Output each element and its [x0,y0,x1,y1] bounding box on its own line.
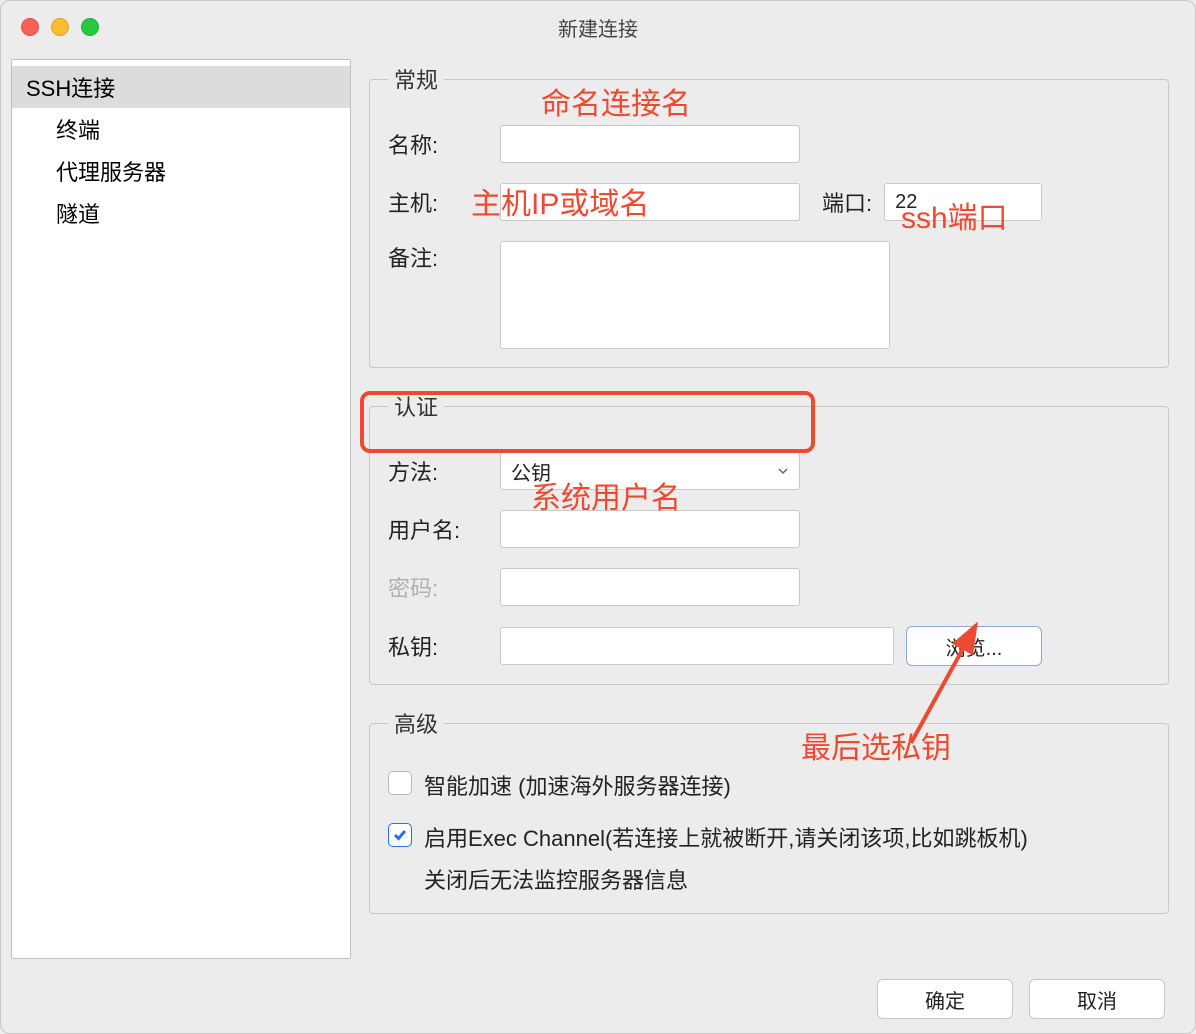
smart-accel-label: 智能加速 (加速海外服务器连接) [424,769,731,801]
advanced-legend: 高级 [388,707,444,739]
method-label: 方法: [388,455,488,487]
name-input[interactable] [500,125,800,163]
username-label: 用户名: [388,513,488,545]
host-label: 主机: [388,186,488,218]
footer: 确定 取消 [1,965,1195,1033]
browse-button[interactable]: 浏览... [906,626,1042,666]
auth-legend: 认证 [388,390,444,422]
sidebar-item-label: 隧道 [56,202,100,227]
close-icon[interactable] [21,18,39,36]
general-group: 常规 名称: 主机: 端口: 备注: [369,63,1169,368]
main-panel: 常规 名称: 主机: 端口: 备注: 认证 [351,53,1195,965]
titlebar: 新建连接 [1,1,1195,53]
minimize-icon[interactable] [51,18,69,36]
method-select[interactable]: 公钥 [500,452,800,490]
checkmark-icon [392,827,408,843]
password-input [500,568,800,606]
sidebar-item-ssh-connection[interactable]: SSH连接 [12,66,350,108]
ok-button[interactable]: 确定 [877,979,1013,1019]
privatekey-label: 私钥: [388,630,488,662]
notes-label: 备注: [388,241,488,273]
window-title: 新建连接 [1,13,1195,42]
username-input[interactable] [500,510,800,548]
auth-group: 认证 方法: 公钥 用户名: 密码: 私钥: [369,390,1169,685]
general-legend: 常规 [388,63,444,95]
sidebar-item-terminal[interactable]: 终端 [12,108,350,150]
exec-channel-note: 关闭后无法监控服务器信息 [424,863,1150,895]
privatekey-input [500,627,894,665]
dialog-window: 新建连接 SSH连接 终端 代理服务器 隧道 常规 名称: 主机: 端口: [0,0,1196,1034]
sidebar-item-tunnel[interactable]: 隧道 [12,192,350,234]
method-selected-value: 公钥 [511,457,551,486]
smart-accel-checkbox[interactable] [388,771,412,795]
name-label: 名称: [388,128,488,160]
exec-channel-checkbox[interactable] [388,823,412,847]
sidebar-item-proxy[interactable]: 代理服务器 [12,150,350,192]
notes-textarea[interactable] [500,241,890,349]
advanced-group: 高级 智能加速 (加速海外服务器连接) 启用Exec Channel(若连接上就… [369,707,1169,914]
chevron-down-icon [777,465,789,477]
host-input[interactable] [500,183,800,221]
sidebar-item-label: 代理服务器 [56,160,166,185]
traffic-lights [21,18,99,36]
port-label: 端口: [822,186,872,218]
exec-channel-label: 启用Exec Channel(若连接上就被断开,请关闭该项,比如跳板机) [424,821,1028,853]
port-input[interactable] [884,183,1042,221]
maximize-icon[interactable] [81,18,99,36]
cancel-button[interactable]: 取消 [1029,979,1165,1019]
sidebar: SSH连接 终端 代理服务器 隧道 [11,59,351,959]
sidebar-item-label: 终端 [56,118,100,143]
password-label: 密码: [388,571,488,603]
sidebar-item-label: SSH连接 [26,76,115,101]
